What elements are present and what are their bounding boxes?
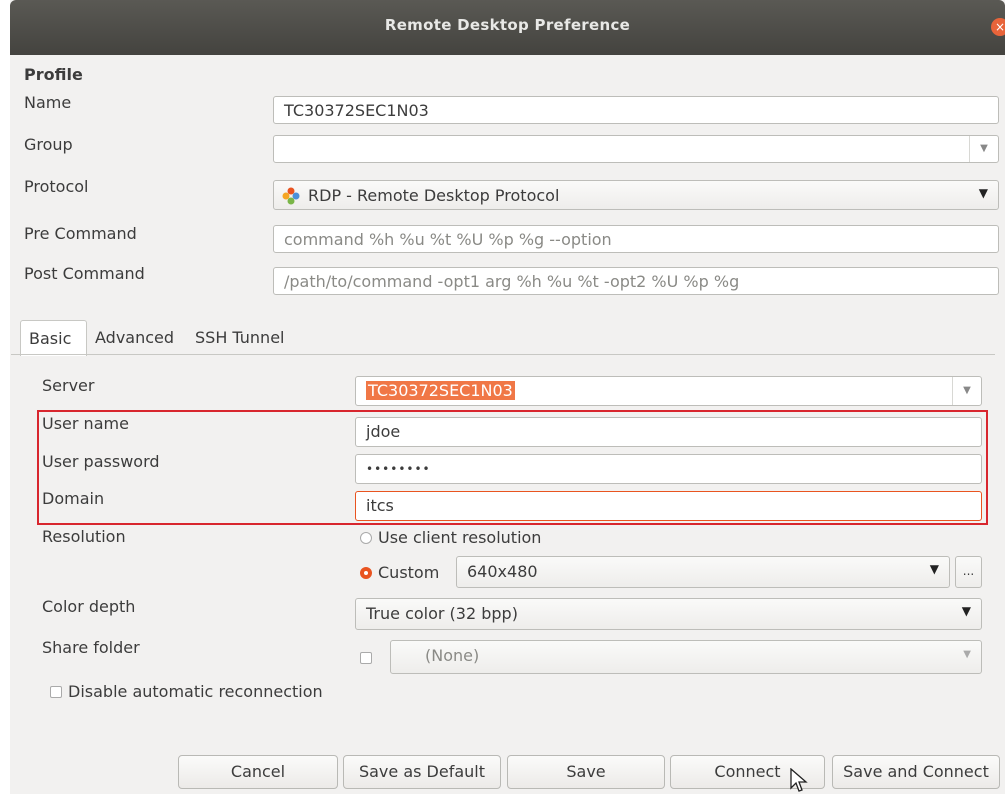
color-depth-dropdown[interactable]: True color (32 bpp) ▼ [355,598,982,630]
server-label: Server [42,376,95,395]
chevron-down-icon[interactable]: ▼ [969,136,998,162]
mouse-pointer-icon [790,768,808,792]
protocol-label: Protocol [24,177,89,196]
username-field[interactable]: jdoe [355,417,982,447]
window-title: Remote Desktop Preference [384,16,631,34]
post-command-label: Post Command [24,264,145,283]
resolution-more-button[interactable]: ... [955,556,982,588]
password-label: User password [42,452,160,471]
group-label: Group [24,135,73,154]
color-depth-label: Color depth [42,597,136,616]
rdp-plugin-icon [282,187,300,205]
radio-client-resolution[interactable] [360,532,372,544]
password-field[interactable]: •••••••• [355,454,982,484]
name-label: Name [24,93,72,112]
resolution-client-option[interactable]: Use client resolution [360,528,541,547]
resolution-label: Resolution [42,527,126,546]
save-as-default-button[interactable]: Save as Default [343,755,501,789]
server-value: TC30372SEC1N03 [366,381,515,400]
name-field[interactable]: TC30372SEC1N03 [273,96,999,124]
tab-advanced[interactable]: Advanced [87,320,182,356]
server-combo[interactable]: TC30372SEC1N03 ▼ [355,376,982,406]
post-command-field[interactable]: /path/to/command -opt1 arg %h %u %t -opt… [273,267,999,295]
resolution-dropdown[interactable]: 640x480 ▼ [456,556,950,588]
color-depth-value: True color (32 bpp) [366,604,518,623]
chevron-down-icon: ▼ [961,604,971,618]
disable-reconnect-checkbox[interactable] [50,686,62,698]
tab-basic[interactable]: Basic [20,320,87,356]
resolution-value: 640x480 [467,562,538,581]
protocol-dropdown[interactable]: RDP - Remote Desktop Protocol ▼ [273,180,999,210]
chevron-down-icon: ▼ [978,186,988,200]
share-folder-checkbox[interactable] [360,652,372,664]
chevron-down-icon[interactable]: ▼ [952,377,981,405]
pre-command-field[interactable]: command %h %u %t %U %p %g --option [273,225,999,253]
cancel-button[interactable]: Cancel [178,755,338,789]
resolution-custom-option[interactable]: Custom [360,563,439,582]
profile-section-label: Profile [24,65,83,84]
save-and-connect-button[interactable]: Save and Connect [832,755,1000,789]
save-button[interactable]: Save [507,755,665,789]
pre-command-label: Pre Command [24,224,137,243]
chevron-down-icon: ▼ [929,562,939,576]
close-icon[interactable]: × [991,18,1005,36]
disable-reconnect-option[interactable]: Disable automatic reconnection [50,682,323,701]
title-bar[interactable]: Remote Desktop Preference × [10,0,1005,55]
chevron-down-icon: ▼ [963,649,971,660]
radio-custom-resolution[interactable] [360,567,372,579]
domain-field[interactable]: itcs [355,491,982,521]
share-folder-dropdown[interactable]: (None) ▼ [390,640,982,674]
tab-ssh-tunnel[interactable]: SSH Tunnel [187,320,292,356]
username-label: User name [42,414,129,433]
share-folder-value: (None) [425,646,480,665]
domain-label: Domain [42,489,105,508]
protocol-value: RDP - Remote Desktop Protocol [308,186,560,205]
share-folder-label: Share folder [42,638,140,657]
group-combo[interactable]: ▼ [273,135,999,163]
